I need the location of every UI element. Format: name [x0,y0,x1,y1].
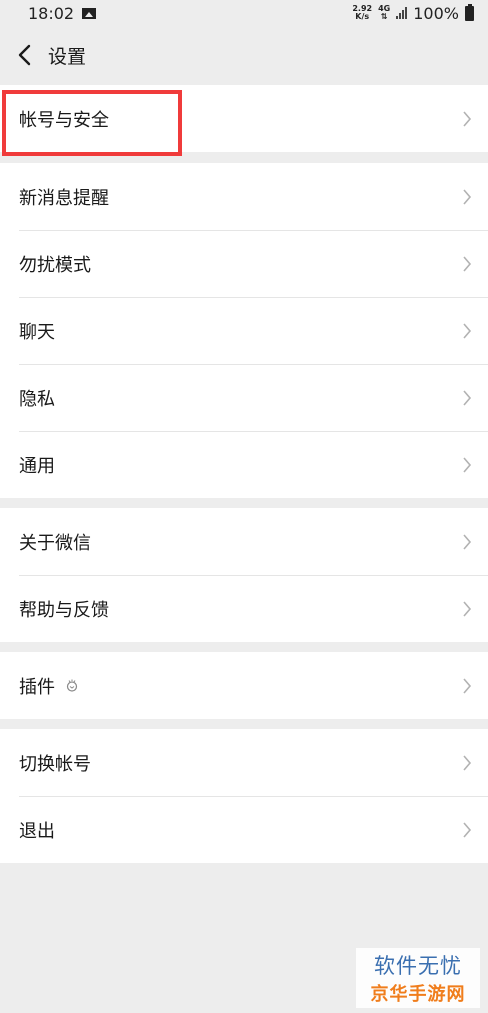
image-notification-icon [82,7,97,19]
settings-item-label: 退出 [19,820,55,842]
settings-item-label: 帐号与安全 [19,109,109,131]
settings-item-label: 关于微信 [19,532,91,554]
chevron-left-icon [18,44,31,66]
status-right: 2.92 K/s 4G ⇅ 100% [352,3,474,23]
chevron-right-icon [463,389,472,406]
status-left: 18:02 [28,3,97,23]
chevron-right-icon [463,322,472,339]
battery-icon [465,3,474,21]
data-arrows-icon: ⇅ [380,12,388,21]
watermark-line1: 软件无忧 [374,954,462,978]
settings-item-do-not-disturb[interactable]: 勿扰模式 [0,230,488,297]
settings-item-notifications[interactable]: 新消息提醒 [0,163,488,230]
settings-item-privacy[interactable]: 隐私 [0,364,488,431]
title-bar: 设置 [0,26,488,84]
settings-item-label: 新消息提醒 [19,187,109,209]
chevron-right-icon [463,677,472,694]
settings-item-account-security[interactable]: 帐号与安全 [0,85,488,152]
settings-item-label: 通用 [19,455,55,477]
settings-item-label: 勿扰模式 [19,254,91,276]
settings-group-about: 关于微信 帮助与反馈 [0,508,488,642]
chevron-right-icon [463,821,472,838]
network-speed-unit: K/s [355,12,370,21]
chevron-right-icon [463,754,472,771]
chevron-right-icon [463,456,472,473]
settings-item-switch-account[interactable]: 切换帐号 [0,729,488,796]
settings-item-help-feedback[interactable]: 帮助与反馈 [0,575,488,642]
settings-item-label: 隐私 [19,388,55,410]
chevron-right-icon [463,188,472,205]
settings-item-label: 插件 [19,676,55,698]
chevron-right-icon [463,110,472,127]
settings-item-plugins[interactable]: 插件 [0,652,488,719]
network-type: 4G ⇅ [378,5,390,21]
settings-group-plugins: 插件 [0,652,488,719]
battery-percent: 100% [413,3,459,23]
watermark: 软件无忧 京华手游网 [356,948,480,1008]
settings-group-session: 切换帐号 退出 [0,729,488,863]
chevron-right-icon [463,600,472,617]
settings-item-label: 切换帐号 [19,753,91,775]
settings-item-chat[interactable]: 聊天 [0,297,488,364]
chevron-right-icon [463,255,472,272]
settings-item-label: 聊天 [19,321,55,343]
settings-group-account: 帐号与安全 [0,85,488,152]
network-speed: 2.92 K/s [352,5,372,21]
status-time: 18:02 [28,3,75,23]
status-bar: 18:02 2.92 K/s 4G ⇅ 100% [0,0,488,26]
settings-item-about[interactable]: 关于微信 [0,508,488,575]
chevron-right-icon [463,533,472,550]
settings-group-general: 新消息提醒 勿扰模式 聊天 隐私 通用 [0,163,488,498]
watermark-line2: 京华手游网 [370,984,466,1005]
plugin-bulb-icon [66,679,78,692]
back-button[interactable] [2,26,46,84]
settings-item-general[interactable]: 通用 [0,431,488,498]
settings-item-label: 帮助与反馈 [19,599,109,621]
page-title: 设置 [48,45,87,68]
signal-icon [396,7,408,19]
settings-item-logout[interactable]: 退出 [0,796,488,863]
